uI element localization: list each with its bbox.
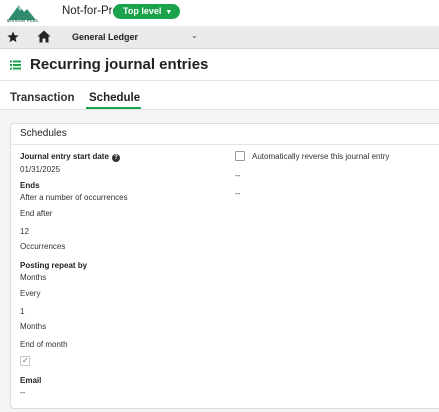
checkmark-icon: ✓ — [22, 356, 29, 365]
posting-repeat-label: Posting repeat by — [20, 261, 88, 270]
home-icon[interactable] — [37, 30, 51, 43]
end-after-value: 12 — [20, 227, 29, 236]
chevron-down-icon: ▼ — [165, 9, 173, 16]
every-unit: Months — [20, 322, 47, 331]
entity-selector-button[interactable]: Top level ▼ — [113, 4, 181, 19]
end-of-month-label: End of month — [20, 340, 68, 349]
every-value: 1 — [20, 307, 25, 316]
logo-text: MISSION PEAK — [7, 19, 39, 23]
entity-badge-label: Top level — [123, 6, 162, 16]
help-icon[interactable]: ? — [111, 154, 120, 162]
end-after-label: End after — [20, 209, 53, 218]
nav-bar: General Ledger ⌄ — [0, 26, 439, 49]
start-date-value: 01/31/2025 — [20, 165, 61, 174]
ends-value: After a number of occurrences — [20, 193, 128, 202]
section-divider — [11, 144, 439, 145]
header-divider — [0, 80, 439, 81]
occurrences-label: Occurrences — [20, 242, 66, 251]
auto-reverse-checkbox[interactable] — [235, 151, 245, 161]
start-date-label: Journal entry start date? — [20, 152, 120, 162]
auto-reverse-label: Automatically reverse this journal entry — [252, 152, 390, 161]
email-value: -- — [20, 388, 26, 397]
module-menu-label[interactable]: General Ledger — [72, 32, 138, 42]
reverse-details-value: -- — [235, 189, 241, 198]
ends-label: Ends — [20, 181, 40, 190]
page-title: Recurring journal entries — [30, 56, 209, 73]
start-date-label-text: Journal entry start date — [20, 152, 109, 161]
star-icon[interactable] — [7, 31, 19, 43]
posting-repeat-value: Months — [20, 273, 47, 282]
top-bar: MISSION PEAK Not-for-Profit Top level ▼ — [0, 0, 439, 26]
reverse-date-value: -- — [235, 171, 241, 180]
tab-schedule[interactable]: Schedule — [89, 92, 140, 104]
menu-list-icon[interactable] — [10, 60, 21, 70]
end-of-month-checkbox[interactable]: ✓ — [20, 356, 30, 366]
email-label: Email — [20, 376, 42, 385]
schedules-section-title: Schedules — [20, 128, 67, 139]
tab-transaction[interactable]: Transaction — [10, 92, 75, 104]
chevron-down-icon[interactable]: ⌄ — [191, 31, 198, 40]
every-label: Every — [20, 289, 41, 298]
